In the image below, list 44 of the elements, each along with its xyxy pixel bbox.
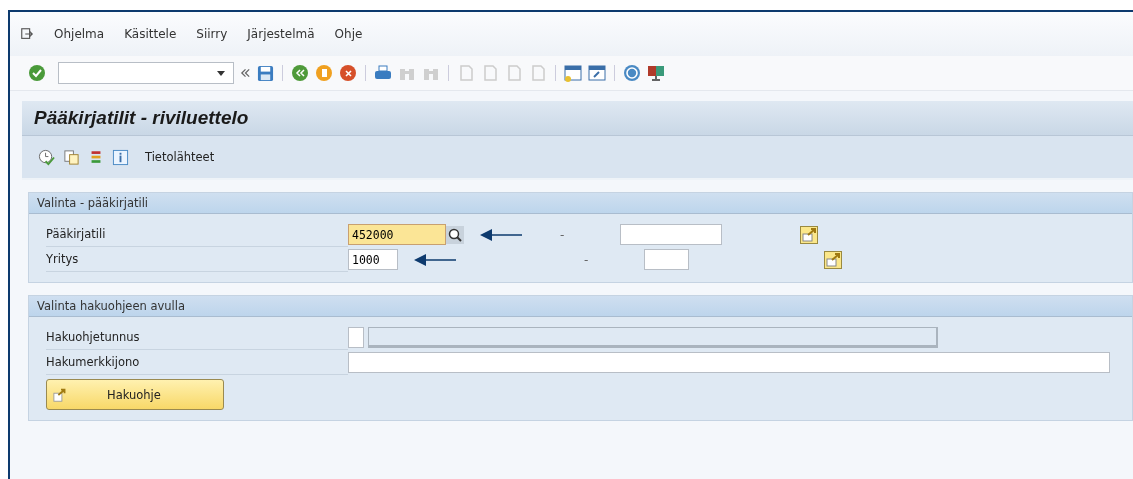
help-icon[interactable]	[623, 64, 641, 82]
input-field[interactable]: 452000	[348, 224, 446, 245]
copy-icon[interactable]	[63, 148, 80, 166]
menu-icon[interactable]	[20, 27, 34, 41]
check-icon[interactable]	[28, 64, 46, 82]
info-icon[interactable]	[112, 148, 129, 166]
field-label: Hakuohjetunnus	[46, 325, 348, 350]
range-separator: -	[584, 252, 589, 267]
field-label: Pääkirjatili	[46, 222, 348, 247]
arrow-icon[interactable]	[414, 252, 456, 267]
range-separator: -	[560, 227, 565, 242]
menu-item[interactable]: Käsittele	[124, 27, 177, 41]
exit-icon[interactable]	[315, 64, 333, 82]
clock-check-icon[interactable]	[38, 148, 55, 166]
input-field[interactable]	[620, 224, 722, 245]
input-field[interactable]	[348, 327, 364, 348]
dropdown-icon[interactable]	[217, 70, 225, 76]
window-icon[interactable]	[588, 64, 606, 82]
input-field[interactable]	[644, 249, 689, 270]
multiple-selection-button[interactable]	[800, 225, 818, 244]
save-icon[interactable]	[257, 64, 274, 82]
arrow-icon[interactable]	[480, 227, 522, 242]
menu-item[interactable]: Siirry	[196, 27, 228, 41]
back-icon[interactable]	[291, 64, 309, 82]
screen-title: Pääkirjatilit - riviluettelo	[34, 107, 249, 129]
multiple-selection-button[interactable]	[824, 250, 842, 269]
search-icon[interactable]	[446, 225, 464, 244]
menu-item[interactable]: Ohjelma	[54, 27, 105, 41]
command-field[interactable]	[58, 62, 234, 84]
section-header: Valinta - pääkirjatili	[29, 193, 1132, 214]
window-icon[interactable]	[564, 64, 582, 82]
menu-item[interactable]: Ohje	[334, 27, 363, 41]
printer-icon[interactable]	[374, 64, 392, 82]
field-label: Hakumerkkijono	[46, 350, 348, 375]
monitor-icon[interactable]	[647, 64, 665, 82]
search-help-button[interactable]: Hakuohje	[46, 379, 224, 410]
section-header: Valinta hakuohjeen avulla	[29, 296, 1132, 317]
input-field[interactable]: 1000	[348, 249, 398, 270]
double-chevron-icon[interactable]	[240, 68, 251, 78]
cancel-icon[interactable]	[339, 64, 357, 82]
field-label: Yritys	[46, 247, 348, 272]
toolbar-button[interactable]: Tietolähteet	[145, 150, 215, 164]
menu-item[interactable]: Järjestelmä	[247, 27, 315, 41]
input-field[interactable]	[348, 352, 1110, 373]
